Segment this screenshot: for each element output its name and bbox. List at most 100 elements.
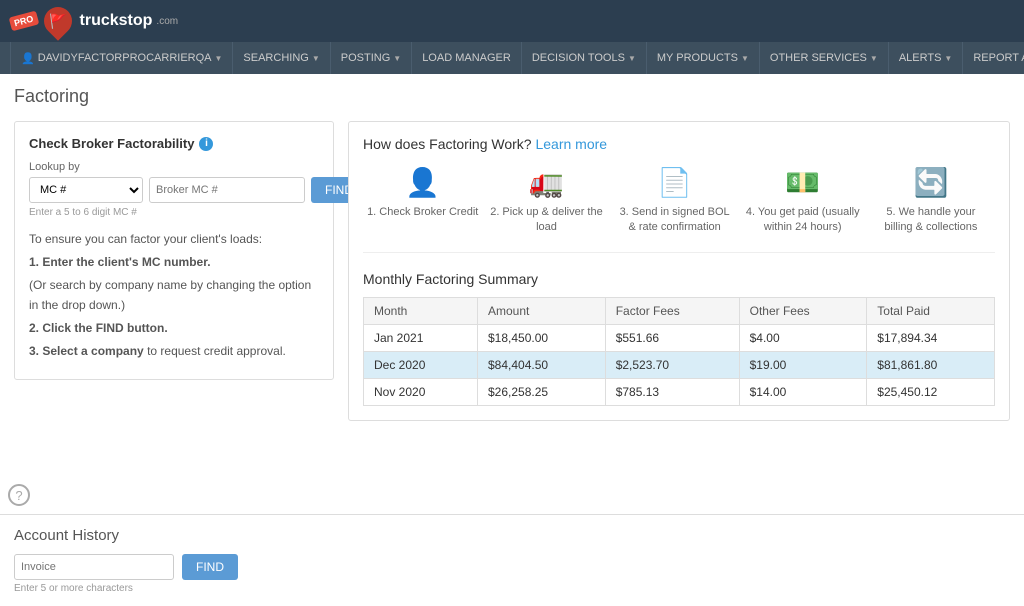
history-row: FIND	[14, 554, 1010, 580]
account-history-section: Account History FIND Enter 5 or more cha…	[0, 514, 1024, 606]
nav-searching[interactable]: SEARCHING ▼	[233, 42, 330, 74]
input-hint: Enter a 5 to 6 digit MC #	[29, 207, 319, 218]
cell-month: Nov 2020	[364, 378, 478, 405]
summary-title: Monthly Factoring Summary	[363, 271, 995, 287]
col-total-paid: Total Paid	[867, 297, 995, 324]
cell-factor-fees: $551.66	[605, 324, 739, 351]
step3: 3. Select a company to request credit ap…	[29, 342, 319, 361]
posting-caret: ▼	[393, 54, 401, 63]
summary-table: Month Amount Factor Fees Other Fees Tota…	[363, 297, 995, 406]
cell-amount: $84,404.50	[478, 351, 606, 378]
how-factoring-label: How does Factoring Work?	[363, 136, 532, 152]
page-title: Factoring	[14, 86, 1010, 107]
step1: 1. Enter the client's MC number.	[29, 253, 319, 272]
table-row: Dec 2020 $84,404.50 $2,523.70 $19.00 $81…	[364, 351, 995, 378]
step-1-icon: 👤	[405, 166, 440, 199]
cell-amount: $26,258.25	[478, 378, 606, 405]
decision-tools-caret: ▼	[628, 54, 636, 63]
nav-posting[interactable]: POSTING ▼	[331, 42, 412, 74]
col-amount: Amount	[478, 297, 606, 324]
left-panel-title: Check Broker Factorability i	[29, 136, 319, 151]
step-4-label: 4. You get paid (usually within 24 hours…	[743, 205, 863, 236]
step-3: 📄 3. Send in signed BOL & rate confirmat…	[615, 166, 735, 236]
monthly-summary-section: Monthly Factoring Summary Month Amount F…	[363, 271, 995, 406]
instructions: To ensure you can factor your client's l…	[29, 230, 319, 361]
cell-other-fees: $19.00	[739, 351, 867, 378]
nav-other-services[interactable]: OTHER SERVICES ▼	[760, 42, 889, 74]
right-panel: How does Factoring Work? Learn more 👤 1.…	[348, 121, 1010, 421]
step-3-icon: 📄	[657, 166, 692, 199]
learn-more-link[interactable]: Learn more	[535, 136, 607, 152]
nav-report-business[interactable]: REPORT A BUSINESS ▼	[963, 42, 1024, 74]
alerts-caret: ▼	[944, 54, 952, 63]
username-caret: ▼	[215, 54, 223, 63]
user-icon: 👤	[21, 52, 35, 65]
cell-factor-fees: $2,523.70	[605, 351, 739, 378]
col-month: Month	[364, 297, 478, 324]
history-find-button[interactable]: FIND	[182, 554, 238, 580]
page-content: Factoring Check Broker Factorability i L…	[0, 74, 1024, 514]
info-icon[interactable]: i	[199, 137, 213, 151]
how-factoring-section: How does Factoring Work? Learn more 👤 1.…	[363, 136, 995, 253]
step-2-icon: 🚛	[529, 166, 564, 199]
cell-amount: $18,450.00	[478, 324, 606, 351]
main-layout: Check Broker Factorability i Lookup by M…	[14, 121, 1010, 421]
load-manager-label: LOAD MANAGER	[422, 52, 511, 64]
col-factor-fees: Factor Fees	[605, 297, 739, 324]
logo-icon: 🚩	[38, 1, 78, 41]
how-factoring-title: How does Factoring Work? Learn more	[363, 136, 995, 152]
searching-label: SEARCHING	[243, 52, 308, 64]
history-hint: Enter 5 or more characters	[14, 583, 1010, 594]
step-4-icon: 💵	[785, 166, 820, 199]
step-5-label: 5. We handle your billing & collections	[871, 205, 991, 236]
col-other-fees: Other Fees	[739, 297, 867, 324]
username-nav[interactable]: 👤 DAVIDYFACTORPROCARRIERQA ▼	[10, 42, 233, 74]
nav-load-manager[interactable]: LOAD MANAGER	[412, 42, 522, 74]
account-history-title: Account History	[14, 527, 1010, 544]
posting-label: POSTING	[341, 52, 391, 64]
instructions-title: To ensure you can factor your client's l…	[29, 230, 319, 249]
pro-badge: PRO	[9, 11, 39, 32]
table-row: Nov 2020 $26,258.25 $785.13 $14.00 $25,4…	[364, 378, 995, 405]
cell-month: Dec 2020	[364, 351, 478, 378]
username-label: DAVIDYFACTORPROCARRIERQA	[38, 52, 212, 64]
broker-mc-input[interactable]	[149, 177, 305, 203]
step2: 2. Click the FIND button.	[29, 319, 319, 338]
help-circle-button[interactable]: ?	[8, 484, 30, 506]
step-2: 🚛 2. Pick up & deliver the load	[486, 166, 606, 236]
step-5-icon: 🔄	[913, 166, 948, 199]
cell-factor-fees: $785.13	[605, 378, 739, 405]
step-2-label: 2. Pick up & deliver the load	[486, 205, 606, 236]
step1-sub: (Or search by company name by changing t…	[29, 276, 319, 314]
user-nav: 👤 DAVIDYFACTORPROCARRIERQA ▼ SEARCHING ▼…	[0, 42, 1024, 74]
nav-alerts[interactable]: ALERTS ▼	[889, 42, 964, 74]
invoice-input[interactable]	[14, 554, 174, 580]
decision-tools-label: DECISION TOOLS	[532, 52, 625, 64]
factoring-steps: 👤 1. Check Broker Credit 🚛 2. Pick up & …	[363, 166, 995, 236]
cell-month: Jan 2021	[364, 324, 478, 351]
searching-caret: ▼	[312, 54, 320, 63]
logo-text: truckstop	[80, 12, 153, 30]
cell-total-paid: $81,861.80	[867, 351, 995, 378]
logo-area: PRO 🚩 truckstop .com	[10, 7, 178, 35]
other-services-caret: ▼	[870, 54, 878, 63]
step-3-label: 3. Send in signed BOL & rate confirmatio…	[615, 205, 735, 236]
lookup-select[interactable]: MC # Company Name	[29, 177, 143, 203]
my-products-caret: ▼	[741, 54, 749, 63]
alerts-label: ALERTS	[899, 52, 942, 64]
step-1-label: 1. Check Broker Credit	[367, 205, 478, 220]
nav-decision-tools[interactable]: DECISION TOOLS ▼	[522, 42, 647, 74]
other-services-label: OTHER SERVICES	[770, 52, 867, 64]
cell-other-fees: $14.00	[739, 378, 867, 405]
left-panel: Check Broker Factorability i Lookup by M…	[14, 121, 334, 380]
check-broker-title: Check Broker Factorability	[29, 136, 194, 151]
step-4: 💵 4. You get paid (usually within 24 hou…	[743, 166, 863, 236]
nav-my-products[interactable]: MY PRODUCTS ▼	[647, 42, 760, 74]
top-nav: PRO 🚩 truckstop .com	[0, 0, 1024, 42]
logo-com: .com	[156, 16, 178, 27]
step-5: 🔄 5. We handle your billing & collection…	[871, 166, 991, 236]
lookup-label: Lookup by	[29, 161, 319, 173]
cell-total-paid: $17,894.34	[867, 324, 995, 351]
step-1: 👤 1. Check Broker Credit	[367, 166, 478, 236]
report-business-label: REPORT A BUSINESS	[973, 52, 1024, 64]
